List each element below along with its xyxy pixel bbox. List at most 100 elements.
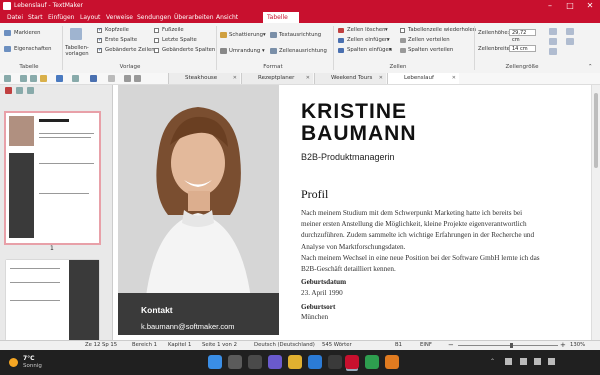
- onedrive-icon[interactable]: [505, 358, 512, 365]
- teams-icon[interactable]: [268, 355, 282, 369]
- minimize-button[interactable]: –: [540, 0, 560, 12]
- windows-start-icon[interactable]: [208, 355, 222, 369]
- page-thumbnail-1[interactable]: [4, 111, 101, 245]
- insert-mode-indicator[interactable]: EINF: [420, 342, 432, 348]
- document-canvas[interactable]: Kontakt k.baumann@softmaker.com KRISTINE…: [113, 85, 591, 340]
- zoom-slider-thumb[interactable]: [510, 343, 513, 348]
- page-thumbnail-2[interactable]: [6, 260, 99, 340]
- sidebar-toggle-icon[interactable]: [20, 75, 27, 82]
- open-folder-icon[interactable]: [40, 75, 47, 82]
- umrandung-dropdown[interactable]: ▾: [262, 48, 265, 54]
- kontakt-email[interactable]: k.baumann@softmaker.com: [141, 322, 235, 331]
- network-icon[interactable]: [520, 358, 527, 365]
- zeilenhoehe-input[interactable]: 29,72 cm: [509, 29, 536, 43]
- zellen-einfuegen-dropdown[interactable]: ▾: [387, 37, 390, 43]
- menu-verweise[interactable]: Verweise: [102, 12, 137, 23]
- tab-close-icon[interactable]: ✕: [452, 73, 456, 84]
- file-explorer-icon[interactable]: [288, 355, 302, 369]
- letzte-spalte-checkbox[interactable]: [154, 38, 159, 43]
- thumbnail-photo: [9, 116, 34, 146]
- zellen-loeschen-dropdown[interactable]: ▾: [385, 27, 388, 33]
- sidebar-view-icon[interactable]: [27, 87, 34, 94]
- row-height-icon[interactable]: [566, 28, 574, 35]
- sidebar-options-icon[interactable]: [16, 87, 23, 94]
- job-title: B2B-Produktmanagerin: [301, 152, 395, 162]
- spalten-einfuegen-button[interactable]: Spalten einfügen: [347, 47, 392, 53]
- task-view-icon[interactable]: [248, 355, 262, 369]
- maximize-button[interactable]: □: [560, 0, 580, 12]
- tabellenvorlagen-button[interactable]: Tabellen- vorlagen: [65, 45, 89, 57]
- zoom-slider[interactable]: [458, 345, 558, 346]
- column-width-icon[interactable]: [566, 38, 574, 45]
- delete-cells-icon: [338, 28, 344, 33]
- sidebar-close-icon[interactable]: [5, 87, 12, 94]
- battery-icon[interactable]: [548, 358, 555, 365]
- gebaenderte-spalten-checkbox[interactable]: [154, 48, 159, 53]
- collapse-ribbon-icon[interactable]: ⌃: [588, 64, 592, 70]
- presentations-taskbar-icon[interactable]: [385, 355, 399, 369]
- erste-spalte-checkbox[interactable]: [97, 37, 102, 43]
- language-indicator[interactable]: Deutsch (Deutschland): [254, 342, 315, 348]
- menu-tabelle[interactable]: Tabelle: [263, 12, 299, 23]
- weather-sun-icon[interactable]: [9, 358, 18, 367]
- group-label-tabelle: Tabelle: [19, 64, 39, 70]
- zellen-einfuegen-button[interactable]: Zellen einfügen: [347, 37, 388, 43]
- tabellenzeile-wiederholen-checkbox[interactable]: [400, 28, 405, 33]
- text-line: Nach meinem Wechsel in eine neue Positio…: [301, 254, 540, 262]
- zellenausrichtung-button[interactable]: Zellenausrichtung: [279, 48, 327, 54]
- gebaenderte-zeilen-checkbox[interactable]: [97, 47, 102, 53]
- group-label-zellen: Zellen: [389, 64, 407, 70]
- menu-layout[interactable]: Layout: [76, 12, 104, 23]
- menu-icon[interactable]: [4, 75, 11, 82]
- vertical-scrollbar[interactable]: [591, 85, 600, 340]
- scrollbar-thumb[interactable]: [594, 93, 598, 168]
- close-button[interactable]: ✕: [580, 0, 600, 12]
- markieren-button[interactable]: Markieren: [14, 30, 40, 36]
- group-label-zellengroesse: Zellengröße: [505, 64, 539, 70]
- textmaker-app-icon[interactable]: [3, 2, 11, 10]
- distribute-columns-icon: [400, 48, 406, 53]
- tab-close-icon[interactable]: ✕: [233, 73, 237, 84]
- textmaker-taskbar-icon[interactable]: [345, 355, 359, 369]
- save-icon[interactable]: [56, 75, 63, 82]
- edge-browser-icon[interactable]: [308, 355, 322, 369]
- zoom-out-icon[interactable]: −: [448, 341, 454, 349]
- store-icon[interactable]: [328, 355, 342, 369]
- kopfzeile-checkbox[interactable]: [97, 27, 102, 33]
- planmaker-taskbar-icon[interactable]: [365, 355, 379, 369]
- tab-lebenslauf[interactable]: Lebenslauf ✕: [387, 73, 459, 84]
- fit-columns-icon[interactable]: [549, 38, 557, 45]
- textausrichtung-button[interactable]: Textausrichtung: [279, 32, 321, 38]
- tab-weekend-tours[interactable]: Weekend Tours ✕: [314, 73, 386, 84]
- spalten-verteilen-button[interactable]: Spalten verteilen: [408, 47, 453, 53]
- volume-icon[interactable]: [534, 358, 541, 365]
- tab-close-icon[interactable]: ✕: [306, 73, 310, 84]
- print-icon[interactable]: [72, 75, 79, 82]
- schattierung-button[interactable]: Schattierung: [229, 32, 263, 38]
- eigenschaften-button[interactable]: Eigenschaften: [14, 46, 52, 52]
- spalten-einfuegen-dropdown[interactable]: ▾: [389, 47, 392, 53]
- redo-icon[interactable]: [108, 75, 115, 82]
- show-hidden-icons[interactable]: ⌃: [490, 358, 495, 365]
- fit-rows-icon[interactable]: [549, 28, 557, 35]
- dropdown-more-icon[interactable]: [134, 75, 141, 82]
- zellen-verteilen-button[interactable]: Zellen verteilen: [408, 37, 450, 43]
- zellenbreite-input[interactable]: 14 cm: [509, 45, 536, 52]
- schattierung-dropdown[interactable]: ▾: [263, 32, 266, 38]
- menu-ueberarbeiten[interactable]: Überarbeiten: [170, 12, 218, 23]
- zellen-loeschen-button[interactable]: Zellen löschen: [347, 27, 386, 33]
- tab-steakhouse[interactable]: Steakhouse ✕: [168, 73, 240, 84]
- menu-sendungen[interactable]: Sendungen: [133, 12, 175, 23]
- tab-rezeptplaner[interactable]: Rezeptplaner ✕: [241, 73, 313, 84]
- autofit-icon[interactable]: [549, 48, 557, 55]
- fusszeile-checkbox[interactable]: [154, 28, 159, 33]
- zoom-in-icon[interactable]: +: [560, 341, 566, 349]
- menu-einfuegen[interactable]: Einfügen: [44, 12, 78, 23]
- undo-icon[interactable]: [90, 75, 97, 82]
- umrandung-button[interactable]: Umrandung: [229, 48, 260, 54]
- menu-ansicht[interactable]: Ansicht: [212, 12, 242, 23]
- search-icon[interactable]: [228, 355, 242, 369]
- tab-close-icon[interactable]: ✕: [379, 73, 383, 84]
- cursor-icon[interactable]: [124, 75, 131, 82]
- new-document-icon[interactable]: [30, 75, 37, 82]
